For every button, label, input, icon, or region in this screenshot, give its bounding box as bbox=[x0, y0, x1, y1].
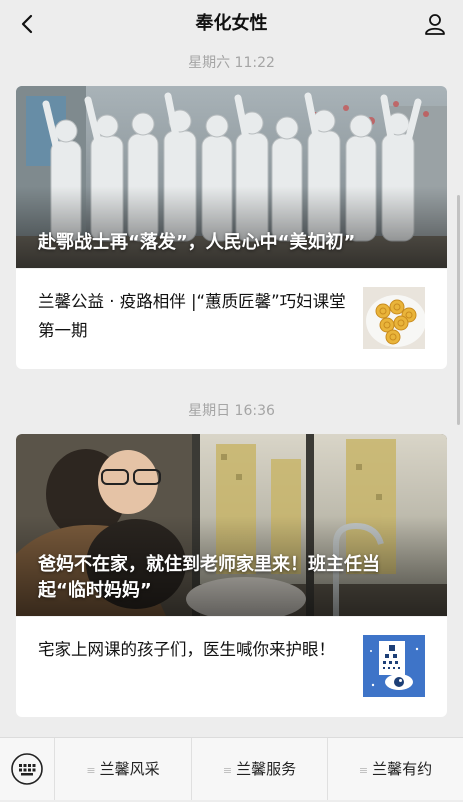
menu-marker-icon: ≡ bbox=[222, 764, 233, 777]
menu-item-lanxin-appointment[interactable]: ≡ 兰馨有约 bbox=[328, 738, 463, 800]
menu-marker-icon: ≡ bbox=[86, 764, 96, 777]
message-timestamp: 星期六 11:22 bbox=[188, 55, 275, 71]
keyboard-toggle-button[interactable] bbox=[10, 752, 44, 786]
scrollbar[interactable] bbox=[457, 195, 460, 425]
article-cover[interactable]: 爸妈不在家，就住到老师家里来！班主任当起“临时妈妈” bbox=[16, 434, 447, 616]
top-nav-bar: 奉化女性 bbox=[0, 0, 463, 48]
sub-article-thumbnail bbox=[363, 287, 425, 349]
article-card: 爸妈不在家，就住到老师家里来！班主任当起“临时妈妈” 宅家上网课的孩子们，医生喊… bbox=[16, 434, 447, 717]
sub-article-thumbnail bbox=[363, 635, 425, 697]
thumbnail-eye-chart bbox=[363, 635, 425, 697]
main-article-title: 赴鄂战士再“落发”，人民心中“美如初” bbox=[38, 232, 356, 253]
thumbnail-pastries bbox=[363, 287, 425, 349]
profile-button[interactable] bbox=[421, 10, 449, 38]
menu-item-lanxin-style[interactable]: ≡ 兰馨风采 bbox=[55, 738, 191, 800]
sub-article-row[interactable]: 兰馨公益 · 疫路相伴 |“蕙质匠馨”巧妇课堂第一期 bbox=[16, 268, 447, 369]
sub-article-row[interactable]: 宅家上网课的孩子们，医生喊你来护眼！ bbox=[16, 616, 447, 717]
message-timestamp: 星期日 16:36 bbox=[188, 403, 275, 419]
menu-item-label: 兰馨风采 bbox=[99, 760, 160, 778]
menu-item-lanxin-service[interactable]: ≡ 兰馨服务 bbox=[192, 738, 327, 800]
menu-marker-icon: ≡ bbox=[358, 764, 369, 777]
bottom-menu-bar: ≡ 兰馨风采 ≡ 兰馨服务 ≡ 兰馨有约 bbox=[0, 737, 463, 800]
user-icon bbox=[425, 14, 445, 35]
main-article-title: 爸妈不在家，就住到老师家里来！班主任当起“临时妈妈” bbox=[38, 554, 380, 601]
article-cover[interactable]: 赴鄂战士再“落发”，人民心中“美如初” bbox=[16, 86, 447, 268]
menu-item-label: 兰馨有约 bbox=[372, 760, 433, 778]
sub-article-title: 宅家上网课的孩子们，医生喊你来护眼！ bbox=[38, 640, 335, 659]
page-title: 奉化女性 bbox=[195, 13, 268, 34]
article-card: 赴鄂战士再“落发”，人民心中“美如初” 兰馨公益 · 疫路相伴 |“蕙质匠馨”巧… bbox=[16, 86, 447, 369]
menu-item-label: 兰馨服务 bbox=[236, 760, 297, 778]
keyboard-icon bbox=[11, 753, 43, 785]
sub-article-title: 兰馨公益 · 疫路相伴 |“蕙质匠馨”巧妇课堂第一期 bbox=[38, 292, 346, 340]
